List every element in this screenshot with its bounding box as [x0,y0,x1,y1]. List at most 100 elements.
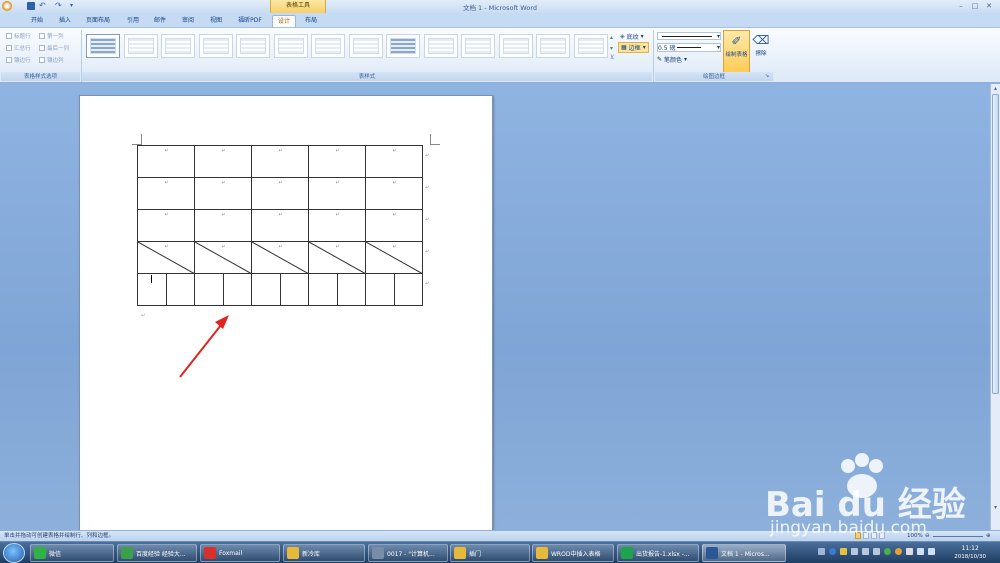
table-cell[interactable]: ↵ [194,177,252,210]
tab-design[interactable]: 设计 [272,15,296,27]
table-cell-diagonal[interactable]: ↵ [308,241,366,274]
tab-home[interactable]: 开始 [26,15,48,27]
line-style-select[interactable]: ▾ [657,32,721,40]
table-style-thumb[interactable] [273,34,308,58]
document-table[interactable]: ↵ ↵ ↵ ↵ ↵ ↵ ↵ ↵ ↵ ↵ ↵ ↵ ↵ ↵ ↵ ↵ ↵ ↵ ↵ ↵ ↵ ↵ ↵ ↵ ↵ [137,145,429,306]
save-icon[interactable] [27,2,35,10]
table-cell[interactable]: ↵ [365,145,423,178]
table-cell[interactable]: ↵ [308,209,366,242]
maximize-button[interactable]: □ [968,1,982,11]
vertical-scrollbar[interactable]: ▴ ▾ [990,84,1000,530]
table-cell[interactable]: ↵ [365,209,423,242]
start-button[interactable] [3,543,25,563]
table-cell-diagonal[interactable]: ↵ [365,241,423,274]
clock[interactable]: 11:12 2018/10/30 [954,545,986,561]
checkbox-last-column[interactable]: 最后一列 [39,44,69,52]
table-cell[interactable]: ↵ [194,145,252,178]
table-style-thumb[interactable] [573,34,608,58]
table-cell[interactable]: ↵ [137,145,195,178]
minimize-button[interactable]: – [954,1,968,11]
table-cell[interactable] [222,273,252,306]
checkbox-banded-rows[interactable]: 镶边行 [6,56,31,64]
table-cell[interactable]: ↵ [308,145,366,178]
taskbar-item[interactable]: Foxmail [200,544,280,562]
table-style-thumb[interactable] [161,34,195,58]
table-style-thumb[interactable] [386,34,420,58]
tab-view[interactable]: 视图 [205,15,227,27]
tray-icon[interactable] [862,548,869,555]
eraser-button[interactable]: ⌫ 擦除 [752,30,770,74]
table-cell[interactable]: ↵ [365,177,423,210]
table-cell-diagonal[interactable]: ↵ [194,241,252,274]
table-cell[interactable] [365,273,395,306]
table-style-thumb[interactable] [198,34,233,58]
table-cell[interactable]: ↵ [308,177,366,210]
checkbox-total-row[interactable]: 汇总行 [6,44,31,52]
close-button[interactable]: ✕ [982,1,996,11]
table-cell-diagonal[interactable]: ↵ [251,241,309,274]
volume-icon[interactable] [928,548,935,555]
table-cell[interactable] [165,273,195,306]
tab-page-layout[interactable]: 页面布局 [82,15,114,27]
tray-icon[interactable] [840,548,847,555]
table-cell[interactable] [279,273,309,306]
table-cell[interactable]: ↵ [251,209,309,242]
table-cell[interactable] [194,273,224,306]
table-style-thumb[interactable] [348,34,383,58]
tab-review[interactable]: 审阅 [177,15,199,27]
help-icon[interactable] [829,548,836,555]
taskbar-item[interactable]: 文档 1 - Micros... [702,544,786,562]
scroll-up-icon[interactable]: ▴ [992,85,999,92]
gallery-scroll-down[interactable]: ▾ [610,45,613,52]
taskbar-item[interactable]: 微信 [30,544,114,562]
scroll-down-icon[interactable]: ▾ [992,504,999,511]
checkbox-first-column[interactable]: 第一列 [39,32,64,40]
table-style-thumb[interactable] [461,34,495,58]
office-button[interactable] [2,1,12,11]
gallery-scroll-up[interactable]: ▴ [610,34,613,41]
gallery-more[interactable]: ⊻ [610,54,614,61]
tray-icon[interactable] [818,548,825,555]
taskbar-item[interactable]: WROD中插入表格 [532,544,614,562]
draw-table-button[interactable]: ✐ 绘制表格 [723,30,750,74]
table-style-thumb[interactable] [236,34,270,58]
taskbar-item[interactable]: 新冷库 [283,544,365,562]
network-icon[interactable] [917,548,924,555]
shading-button[interactable]: ◈ 底纹 ▾ [620,32,644,41]
tray-icon[interactable] [906,548,913,555]
table-cell[interactable]: ↵ [194,209,252,242]
taskbar-item[interactable]: 出货报告-1.xlsx -... [617,544,699,562]
tab-mailings[interactable]: 邮件 [149,15,171,27]
checkbox-banded-columns[interactable]: 镶边列 [39,56,64,64]
dialog-launcher-icon[interactable]: ↘ [765,73,769,79]
line-weight-select[interactable]: 0.5 磅 ▾ [657,43,721,52]
table-cell[interactable]: ↵ [251,177,309,210]
table-style-thumb[interactable] [498,34,533,58]
table-cell[interactable]: ↵ [137,209,195,242]
borders-button[interactable]: ▦ 边框 ▾ [618,42,649,53]
taskbar-item[interactable]: 0017 - "计算机... [368,544,448,562]
scroll-thumb[interactable] [992,94,999,394]
tab-references[interactable]: 引用 [122,15,144,27]
tray-icon[interactable] [895,548,902,555]
table-cell[interactable] [308,273,338,306]
zoom-in-icon[interactable]: ⊕ [986,531,991,541]
taskbar-item[interactable]: 插门 [450,544,530,562]
table-cell[interactable]: ↵ [137,177,195,210]
table-style-thumb[interactable] [123,34,158,58]
table-style-thumb[interactable] [86,34,120,58]
table-cell-diagonal[interactable]: ↵ [137,241,195,274]
table-cell[interactable] [251,273,281,306]
tray-icon[interactable] [884,548,891,555]
table-cell[interactable]: ↵ [251,145,309,178]
undo-icon[interactable]: ↶ [39,2,47,10]
customize-qat-icon[interactable]: ▾ [70,2,78,10]
table-style-thumb[interactable] [311,34,345,58]
table-style-thumb[interactable] [423,34,458,58]
table-cell[interactable] [336,273,366,306]
table-cell[interactable] [393,273,423,306]
taskbar-item[interactable]: 百度经验 经验大... [117,544,197,562]
tab-layout[interactable]: 布局 [300,15,322,27]
tray-icon[interactable] [851,548,858,555]
checkbox-header-row[interactable]: 标题行 [6,32,31,40]
